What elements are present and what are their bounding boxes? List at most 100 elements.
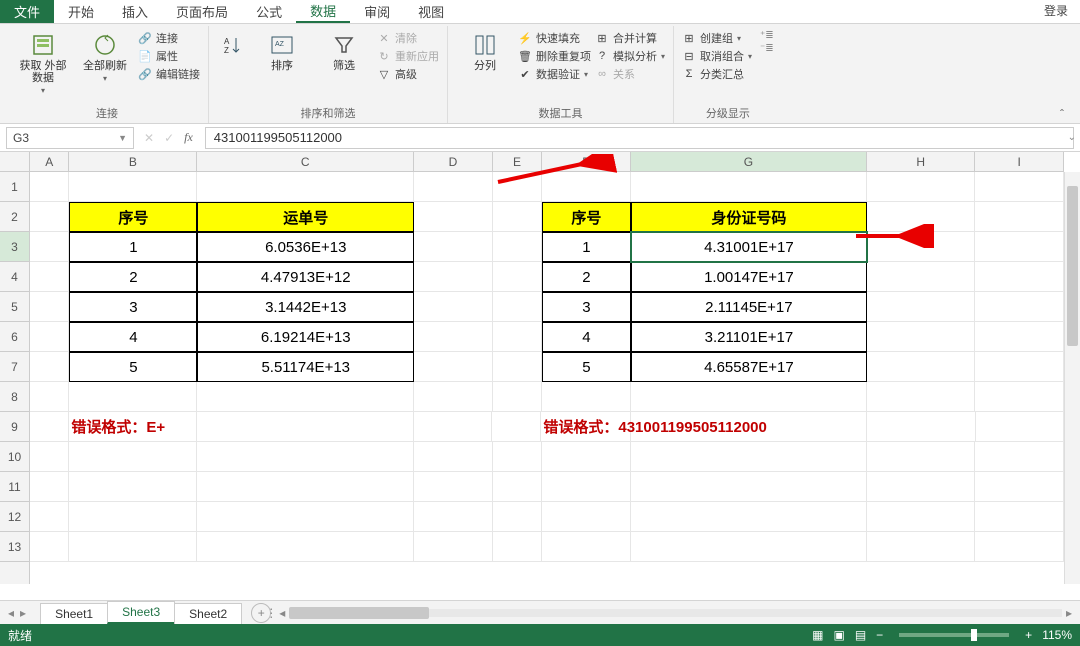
advanced-filter-button[interactable]: ▽高级: [377, 66, 439, 82]
cell[interactable]: 序号: [542, 202, 631, 232]
cell[interactable]: 2.11145E+17: [631, 292, 867, 322]
file-menu[interactable]: 文件: [0, 0, 54, 23]
formula-input[interactable]: 431001199505112000: [205, 127, 1074, 149]
row-header-2[interactable]: 2: [0, 202, 29, 232]
cell[interactable]: 2: [542, 262, 631, 292]
cell[interactable]: [631, 382, 867, 412]
whatif-button[interactable]: ?模拟分析 ▾: [595, 48, 665, 64]
sort-az-button[interactable]: AZ: [217, 30, 249, 58]
hide-detail-button[interactable]: ⁻≣: [760, 43, 774, 54]
cell[interactable]: [414, 382, 493, 412]
row-header-5[interactable]: 5: [0, 292, 29, 322]
sheet-tab-Sheet3[interactable]: Sheet3: [107, 601, 175, 624]
row-header-6[interactable]: 6: [0, 322, 29, 352]
col-header-B[interactable]: B: [69, 152, 197, 171]
cell[interactable]: 3.1442E+13: [197, 292, 414, 322]
zoom-in-button[interactable]: +: [1025, 628, 1032, 642]
cell[interactable]: [542, 442, 631, 472]
cell[interactable]: [492, 412, 541, 442]
menu-tab-公式[interactable]: 公式: [242, 0, 296, 23]
error-note-1[interactable]: 错误格式：E+: [69, 412, 197, 442]
zoom-level[interactable]: 115%: [1042, 628, 1072, 642]
cell[interactable]: [542, 502, 631, 532]
cell[interactable]: [30, 412, 69, 442]
cell[interactable]: [197, 472, 414, 502]
cell[interactable]: [69, 472, 197, 502]
cell[interactable]: [414, 292, 493, 322]
cell[interactable]: [975, 472, 1064, 502]
name-box[interactable]: G3 ▼: [6, 127, 134, 149]
zoom-slider[interactable]: [899, 633, 1009, 637]
cell[interactable]: [493, 292, 542, 322]
cell[interactable]: [30, 352, 69, 382]
cell[interactable]: [975, 352, 1064, 382]
sort-button[interactable]: AZ 排序: [253, 30, 311, 72]
ungroup-button[interactable]: ⊟取消组合 ▾: [682, 48, 752, 64]
cell[interactable]: [976, 412, 1065, 442]
cell[interactable]: [542, 532, 631, 562]
cells-grid[interactable]: 序号运单号序号身份证号码16.0536E+1314.31001E+1724.47…: [30, 172, 1064, 584]
cell[interactable]: [493, 172, 542, 202]
cell[interactable]: [414, 352, 493, 382]
menu-tab-审阅[interactable]: 审阅: [350, 0, 404, 23]
row-header-3[interactable]: 3: [0, 232, 29, 262]
sheet-tab-Sheet1[interactable]: Sheet1: [40, 603, 108, 624]
cell[interactable]: [30, 262, 69, 292]
clear-filter-button[interactable]: ✕清除: [377, 30, 439, 46]
cell[interactable]: [631, 172, 867, 202]
cell[interactable]: [493, 262, 542, 292]
cell[interactable]: 1.00147E+17: [631, 262, 867, 292]
accept-formula-button[interactable]: ✓: [164, 131, 174, 145]
cell[interactable]: [631, 532, 867, 562]
normal-view-button[interactable]: ▦: [812, 628, 823, 642]
cell[interactable]: [30, 292, 69, 322]
show-detail-button[interactable]: ⁺≣: [760, 30, 774, 41]
vertical-scrollbar[interactable]: [1064, 172, 1080, 584]
cell[interactable]: [414, 202, 493, 232]
expand-formula-bar-button[interactable]: ⌄: [1068, 132, 1076, 143]
cell[interactable]: [414, 442, 493, 472]
cell[interactable]: [975, 172, 1064, 202]
remove-duplicates-button[interactable]: 🗑删除重复项: [518, 48, 591, 64]
cell[interactable]: [414, 232, 493, 262]
cell[interactable]: [30, 232, 69, 262]
cell[interactable]: [414, 172, 493, 202]
cell[interactable]: [542, 382, 631, 412]
cell[interactable]: [414, 262, 493, 292]
cell[interactable]: [493, 502, 542, 532]
row-header-4[interactable]: 4: [0, 262, 29, 292]
properties-button[interactable]: 📄属性: [138, 48, 200, 64]
menu-tab-页面布局[interactable]: 页面布局: [162, 0, 242, 23]
cell[interactable]: [414, 322, 493, 352]
cell[interactable]: [975, 292, 1064, 322]
cell[interactable]: [631, 442, 867, 472]
cell[interactable]: [867, 442, 975, 472]
split-handle[interactable]: ⋮: [265, 606, 277, 620]
cell[interactable]: 4.65587E+17: [631, 352, 867, 382]
cell[interactable]: [414, 472, 493, 502]
cell[interactable]: 4.47913E+12: [197, 262, 414, 292]
cell[interactable]: [30, 442, 69, 472]
refresh-all-button[interactable]: 全部刷新 ▾: [76, 30, 134, 83]
cell[interactable]: [975, 442, 1064, 472]
col-header-I[interactable]: I: [975, 152, 1064, 171]
cell[interactable]: [69, 172, 197, 202]
cell[interactable]: [197, 442, 414, 472]
cell[interactable]: [197, 412, 413, 442]
cell[interactable]: 身份证号码: [631, 202, 867, 232]
cell[interactable]: [30, 382, 69, 412]
menu-tab-开始[interactable]: 开始: [54, 0, 108, 23]
cell[interactable]: 1: [69, 232, 197, 262]
cell[interactable]: [975, 322, 1064, 352]
cell[interactable]: [30, 322, 69, 352]
cell[interactable]: 2: [69, 262, 197, 292]
row-header-10[interactable]: 10: [0, 442, 29, 472]
cell[interactable]: [69, 532, 197, 562]
group-button[interactable]: ⊞创建组 ▾: [682, 30, 752, 46]
cell[interactable]: [493, 322, 542, 352]
menu-tab-视图[interactable]: 视图: [404, 0, 458, 23]
row-header-11[interactable]: 11: [0, 472, 29, 502]
row-header-13[interactable]: 13: [0, 532, 29, 562]
col-header-H[interactable]: H: [867, 152, 975, 171]
zoom-out-button[interactable]: −: [876, 628, 883, 642]
